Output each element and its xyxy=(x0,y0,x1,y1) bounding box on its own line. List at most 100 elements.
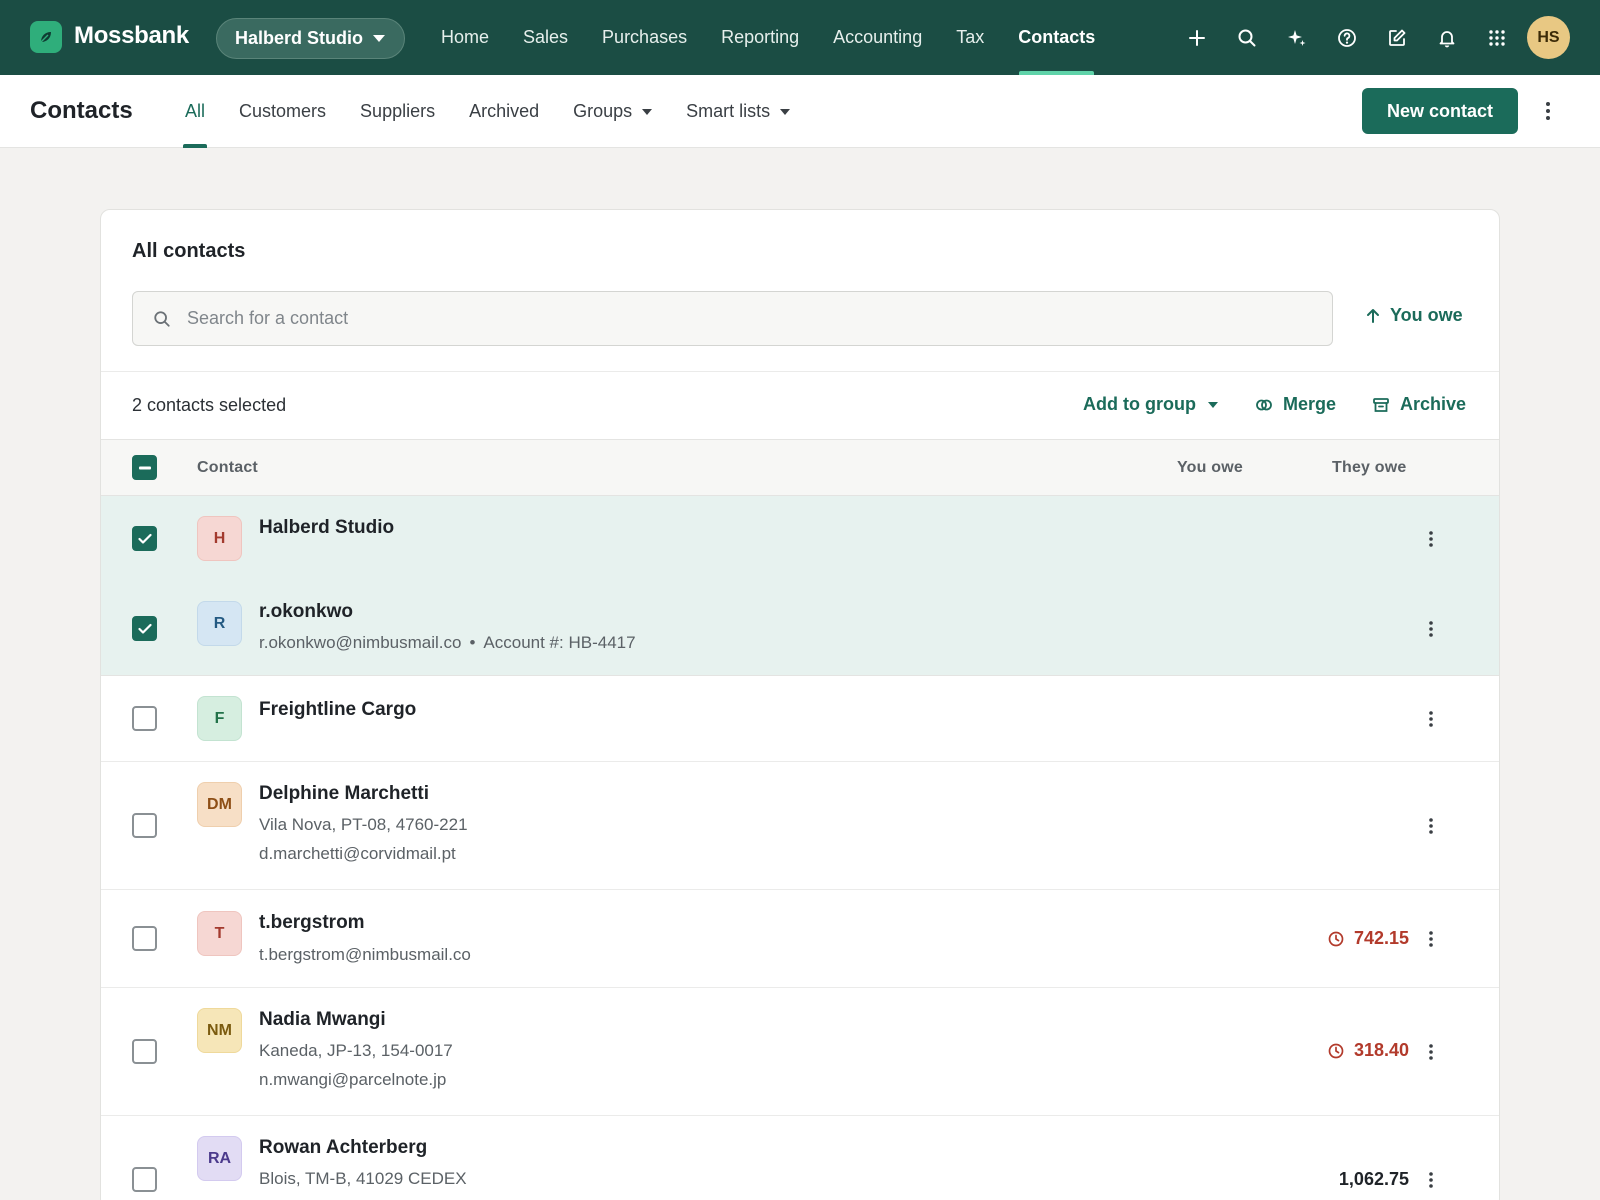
tab-customers[interactable]: Customers xyxy=(222,75,343,148)
arrow-up-icon xyxy=(1367,308,1379,323)
page-header: Contacts All Customers Suppliers Archive… xyxy=(0,75,1600,148)
row-menu-icon[interactable] xyxy=(1419,614,1443,644)
avatar: F xyxy=(197,696,242,741)
new-contact-button[interactable]: New contact xyxy=(1362,88,1518,134)
column-header-contact[interactable]: Contact xyxy=(197,459,258,477)
sort-button[interactable]: You owe xyxy=(1366,305,1463,326)
account-number: Account #: HB-4417 xyxy=(483,633,636,652)
row-menu-icon[interactable] xyxy=(1419,924,1443,954)
table-row[interactable]: NM Nadia Mwangi Kaneda, JP-13, 154-0017 … xyxy=(101,988,1499,1116)
contact-name[interactable]: Nadia Mwangi xyxy=(259,1009,386,1031)
amount-value: 742.15 xyxy=(1353,928,1409,948)
card-title: All contacts xyxy=(132,240,246,262)
column-header-you-owe[interactable]: You owe xyxy=(1177,459,1243,477)
tab-all[interactable]: All xyxy=(168,75,222,148)
contact-email: r.okonkwo@nimbusmail.co xyxy=(259,633,462,652)
merge-button[interactable]: Merge xyxy=(1255,394,1336,415)
nav-home[interactable]: Home xyxy=(424,0,506,75)
plus-icon[interactable] xyxy=(1172,20,1222,56)
contact-address: Vila Nova, PT-08, 4760-221 xyxy=(259,815,468,834)
table-row[interactable]: F Freightline Cargo xyxy=(101,676,1499,762)
nav-sales[interactable]: Sales xyxy=(506,0,585,75)
tab-suppliers[interactable]: Suppliers xyxy=(343,75,452,148)
row-menu-icon[interactable] xyxy=(1419,704,1443,734)
tab-smart-lists[interactable]: Smart lists xyxy=(669,75,807,148)
caret-down-icon xyxy=(1207,401,1218,408)
nav-reporting[interactable]: Reporting xyxy=(704,0,816,75)
contact-name[interactable]: Halberd Studio xyxy=(259,517,394,539)
tab-label: Suppliers xyxy=(360,101,436,121)
help-icon[interactable] xyxy=(1322,20,1372,56)
avatar: R xyxy=(197,601,242,646)
organization-name: Halberd Studio xyxy=(235,28,364,48)
compose-icon[interactable] xyxy=(1372,20,1422,56)
row-menu-icon[interactable] xyxy=(1419,524,1443,554)
contact-name[interactable]: Delphine Marchetti xyxy=(259,783,429,805)
user-avatar[interactable]: HS xyxy=(1527,16,1570,59)
separator-dot: • xyxy=(469,633,476,652)
contact-name[interactable]: t.bergstrom xyxy=(259,912,365,934)
amount-value: 1,062.75 xyxy=(1338,1169,1409,1189)
row-checkbox[interactable] xyxy=(132,706,157,731)
top-icon-group xyxy=(1172,20,1522,56)
add-to-group-label: Add to group xyxy=(1083,394,1196,414)
row-checkbox[interactable] xyxy=(132,526,157,551)
row-menu-icon[interactable] xyxy=(1419,811,1443,841)
tab-label: All xyxy=(185,101,206,121)
contact-email: d.marchetti@corvidmail.pt xyxy=(259,844,456,863)
caret-down-icon xyxy=(373,35,386,42)
they-owe-amount: 1,062.75 xyxy=(1339,1169,1409,1190)
row-menu-icon[interactable] xyxy=(1419,1037,1443,1067)
table-header: Contact You owe They owe xyxy=(101,439,1499,496)
table-row[interactable]: H Halberd Studio xyxy=(101,496,1499,582)
table-row[interactable]: T t.bergstrom t.bergstrom@nimbusmail.co … xyxy=(101,890,1499,988)
row-checkbox[interactable] xyxy=(132,1039,157,1064)
overdue-clock-icon xyxy=(1328,1043,1344,1058)
archive-icon xyxy=(1373,397,1389,412)
brand-name[interactable]: Mossbank xyxy=(74,22,189,50)
contact-name[interactable]: r.okonkwo xyxy=(259,601,353,623)
row-checkbox[interactable] xyxy=(132,926,157,951)
check-icon xyxy=(137,623,152,634)
avatar: NM xyxy=(197,1008,242,1053)
organization-switcher[interactable]: Halberd Studio xyxy=(216,18,405,59)
archive-button[interactable]: Archive xyxy=(1372,394,1466,415)
contact-name[interactable]: Freightline Cargo xyxy=(259,699,416,721)
tab-label: Smart lists xyxy=(686,101,771,121)
contact-details: r.okonkwo@nimbusmail.co • Account #: HB-44… xyxy=(259,633,636,653)
they-owe-amount: 742.15 xyxy=(1328,928,1409,949)
column-header-they-owe[interactable]: They owe xyxy=(1332,459,1407,477)
nav-contacts[interactable]: Contacts xyxy=(1001,0,1112,75)
table-row[interactable]: RA Rowan Achterberg Blois, TM-B, 41029 C… xyxy=(101,1116,1499,1200)
add-to-group-button[interactable]: Add to group xyxy=(1083,394,1218,415)
avatar: H xyxy=(197,516,242,561)
caret-down-icon xyxy=(642,108,653,115)
mossbank-logo-icon[interactable] xyxy=(30,21,62,53)
merge-label: Merge xyxy=(1283,394,1337,414)
main-navigation: Home Sales Purchases Reporting Accountin… xyxy=(424,0,1112,75)
search-placeholder: Search for a contact xyxy=(187,308,349,328)
table-row[interactable]: DM Delphine Marchetti Vila Nova, PT-08, … xyxy=(101,762,1499,890)
search-icon[interactable] xyxy=(1222,20,1272,56)
tab-groups[interactable]: Groups xyxy=(556,75,669,148)
contact-email: n.mwangi@parcelnote.jp xyxy=(259,1070,447,1089)
apps-grid-icon[interactable] xyxy=(1472,20,1522,56)
row-checkbox[interactable] xyxy=(132,1167,157,1192)
row-checkbox[interactable] xyxy=(132,616,157,641)
sparkle-icon[interactable] xyxy=(1272,20,1322,56)
search-input[interactable]: Search for a contact xyxy=(132,291,1333,346)
caret-down-icon xyxy=(780,108,791,115)
nav-tax[interactable]: Tax xyxy=(939,0,1001,75)
contact-name[interactable]: Rowan Achterberg xyxy=(259,1137,427,1159)
tab-archived[interactable]: Archived xyxy=(452,75,556,148)
contact-email: t.bergstrom@nimbusmail.co xyxy=(259,945,471,964)
select-all-checkbox[interactable] xyxy=(132,455,157,480)
more-options-icon[interactable] xyxy=(1536,97,1560,125)
bell-icon[interactable] xyxy=(1422,20,1472,56)
avatar: T xyxy=(197,911,242,956)
nav-accounting[interactable]: Accounting xyxy=(816,0,939,75)
row-menu-icon[interactable] xyxy=(1419,1165,1443,1195)
table-row[interactable]: R r.okonkwo r.okonkwo@nimbusmail.co • Acco… xyxy=(101,582,1499,676)
nav-purchases[interactable]: Purchases xyxy=(585,0,704,75)
row-checbox[interactable] xyxy=(132,813,157,838)
